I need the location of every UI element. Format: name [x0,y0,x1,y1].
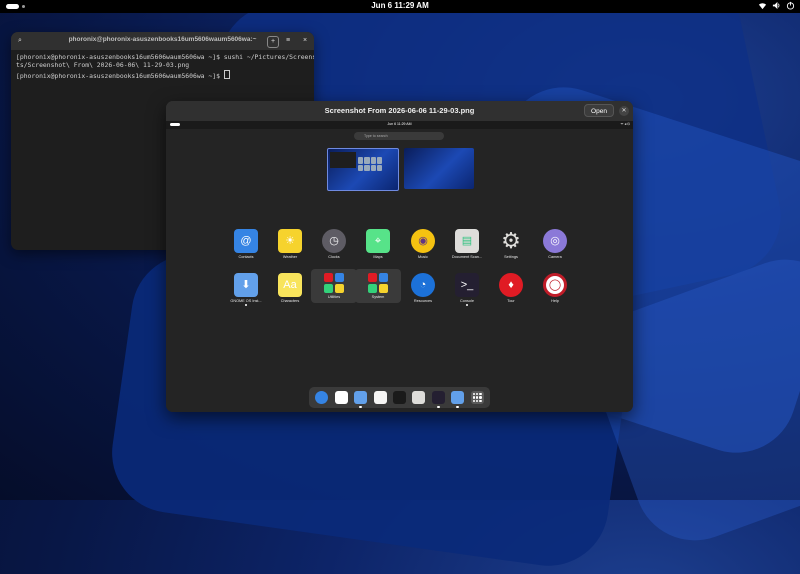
workspace-thumbnail [327,148,399,191]
app-system: System [355,269,401,303]
app-label: System [371,295,385,299]
app-weather: ☀ Weather [267,229,313,259]
app-help: ◯ Help [532,273,578,303]
close-icon[interactable]: ✕ [619,106,629,116]
app-icon [324,273,344,293]
running-indicator [436,406,440,408]
open-button[interactable]: Open [584,104,614,117]
app-label: Camera [548,255,562,259]
mini-app-grid [358,157,382,171]
app-icon: >_ [455,273,479,297]
app-camera: ◎ Camera [532,229,578,259]
app-utilities: Utilities [311,269,357,303]
workspace-thumbnail [404,148,474,189]
app-document-scan: ▤ Document Scan... [444,229,490,259]
app-label: Utilities [327,295,341,299]
app-icon: ⚙ [501,228,521,253]
app-contacts: @ Contacts [223,229,269,259]
app-label: GNOME OS Inst... [230,299,262,303]
terminal-line: [phoronix@phoronix-asuszenbooks16um5606w… [16,53,314,61]
terminal-output[interactable]: [phoronix@phoronix-asuszenbooks16um5606w… [11,50,314,83]
app-console: >_ Console [444,273,490,306]
preview-top-bar: Jun 6 11:29 AM ᯤ ◂ ⏻ [166,121,633,129]
preview-search-placeholder: Type to search [364,134,388,138]
mini-window [330,152,356,168]
app-tour: ♦ Tour [488,273,534,303]
terminal-line: [phoronix@phoronix-asuszenbooks16um5606w… [16,71,224,80]
dock [309,387,490,408]
running-indicator [359,406,363,408]
new-tab-icon[interactable]: + [267,36,279,48]
preview-search-field: Type to search [354,132,444,140]
running-indicator [456,406,460,408]
app-icon: ♦ [499,273,523,297]
viewer-header[interactable]: Screenshot From 2026-06-06 11-29-03.png … [166,101,633,121]
top-bar: Jun 6 11:29 AM [0,0,800,13]
app-music: ◉ Music [400,229,446,259]
app-icon: ⬇ [234,273,258,297]
app-icon [368,273,388,293]
image-preview-window[interactable]: Screenshot From 2026-06-06 11-29-03.png … [166,101,633,412]
app-label: Clocks [328,255,340,259]
app-icon: ◯ [543,273,567,297]
app-icon: @ [234,229,258,253]
preview-clock: Jun 6 11:29 AM [387,122,412,126]
app-label: Music [418,255,428,259]
dock-calendar-icon [334,391,348,404]
menu-icon[interactable]: ≡ [283,36,293,46]
app-label: Help [551,299,559,303]
dock-installer-icon [451,391,465,408]
app-icon: ◎ [543,229,567,253]
app-icon: Aa [278,273,302,297]
dock-software-icon [373,391,387,404]
terminal-line: ts/Screenshot\ From\ 2026-06-06\ 11-29-0… [16,61,190,70]
dock-app-grid-icon [470,391,484,404]
app-label: Document Scan... [451,255,483,259]
wifi-icon [758,3,767,10]
screenshot-preview: Jun 6 11:29 AM ᯤ ◂ ⏻ Type to search @ Con… [166,121,633,412]
app-characters: Aa Characters [267,273,313,303]
terminal-cursor [223,69,230,79]
app-icon: ▤ [455,229,479,253]
app-maps: ⌖ Maps [355,229,401,259]
app-icon: ◔ [411,273,435,297]
system-tray[interactable] [758,1,795,10]
dock-phone-icon [354,391,368,408]
app-icon: ⌖ [366,229,390,253]
app-label: Contacts [238,255,254,259]
close-icon[interactable]: × [300,36,310,46]
app-icon: ◉ [411,229,435,253]
dock-calculator-icon [412,391,426,404]
app-clocks: ◷ Clocks [311,229,357,259]
app-resources: ◔ Resources [400,273,446,303]
app-settings: ⚙ Settings [488,228,534,260]
dock-files-icon [392,391,406,404]
app-label: Resources [413,299,433,303]
app-label: Tour [507,299,515,303]
preview-tray-icons: ᯤ ◂ ⏻ [620,122,630,126]
running-indicator [466,304,468,306]
terminal-header[interactable]: ⌕ phoronix@phoronix-asuszenbooks16um5606… [11,32,314,50]
app-icon: ◷ [322,229,346,253]
app-label: Console [460,299,474,303]
viewer-title: Screenshot From 2026-06-06 11-29-03.png [324,106,475,115]
app-label: Settings [504,255,518,259]
dock-terminal-icon [431,391,445,408]
clock[interactable]: Jun 6 11:29 AM [0,1,800,10]
dock-web-icon [315,391,329,404]
terminal-prompt-line: [phoronix@phoronix-asuszenbooks16um5606w… [16,69,309,80]
power-icon [786,1,795,10]
running-indicator [245,304,247,306]
app-label: Maps [373,255,383,259]
app-label: Weather [282,255,298,259]
app-label: Characters [280,299,300,303]
app-gnome-os-inst: ⬇ GNOME OS Inst... [223,273,269,306]
app-icon: ☀ [278,229,302,253]
volume-icon [772,1,780,10]
